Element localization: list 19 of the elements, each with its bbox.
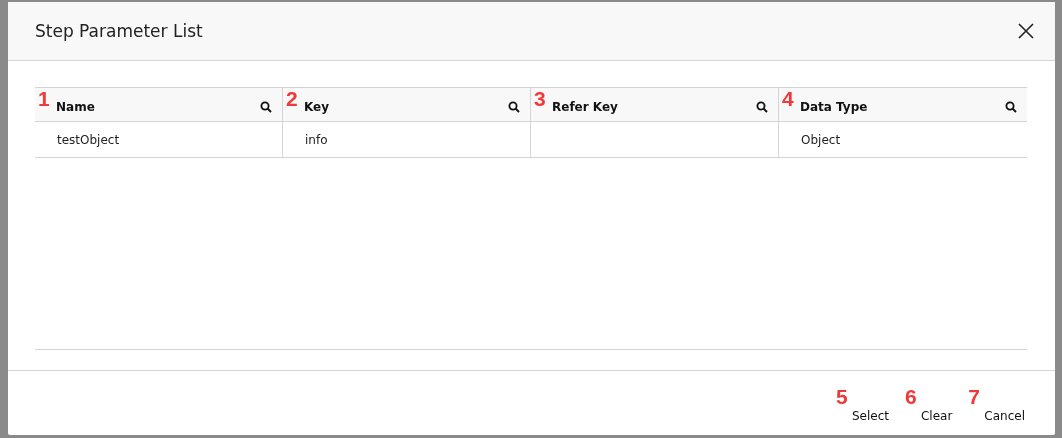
table-cell: testObject: [35, 122, 283, 157]
table-cell-text: Object: [800, 131, 842, 149]
annotation-number: 5: [835, 385, 848, 409]
column-header: Refer Key: [552, 99, 618, 114]
table-cell: info: [283, 122, 531, 157]
annotation-number: 6: [904, 385, 917, 409]
annotation-number: 4: [782, 87, 794, 111]
search-icon[interactable]: [1005, 100, 1017, 113]
annotation-number: 2: [286, 87, 298, 111]
column-header: Key: [304, 99, 330, 114]
column-header: Name: [56, 99, 95, 114]
search-icon[interactable]: [260, 100, 272, 113]
search-icon[interactable]: [508, 100, 520, 113]
search-icon[interactable]: [756, 100, 768, 113]
annotation-number: 7: [968, 385, 981, 409]
column-header: Data Type: [800, 99, 868, 114]
annotation-number: 1: [38, 87, 50, 111]
dialog-title: Step Parameter List: [35, 21, 203, 41]
annotation-number: 3: [534, 87, 546, 111]
